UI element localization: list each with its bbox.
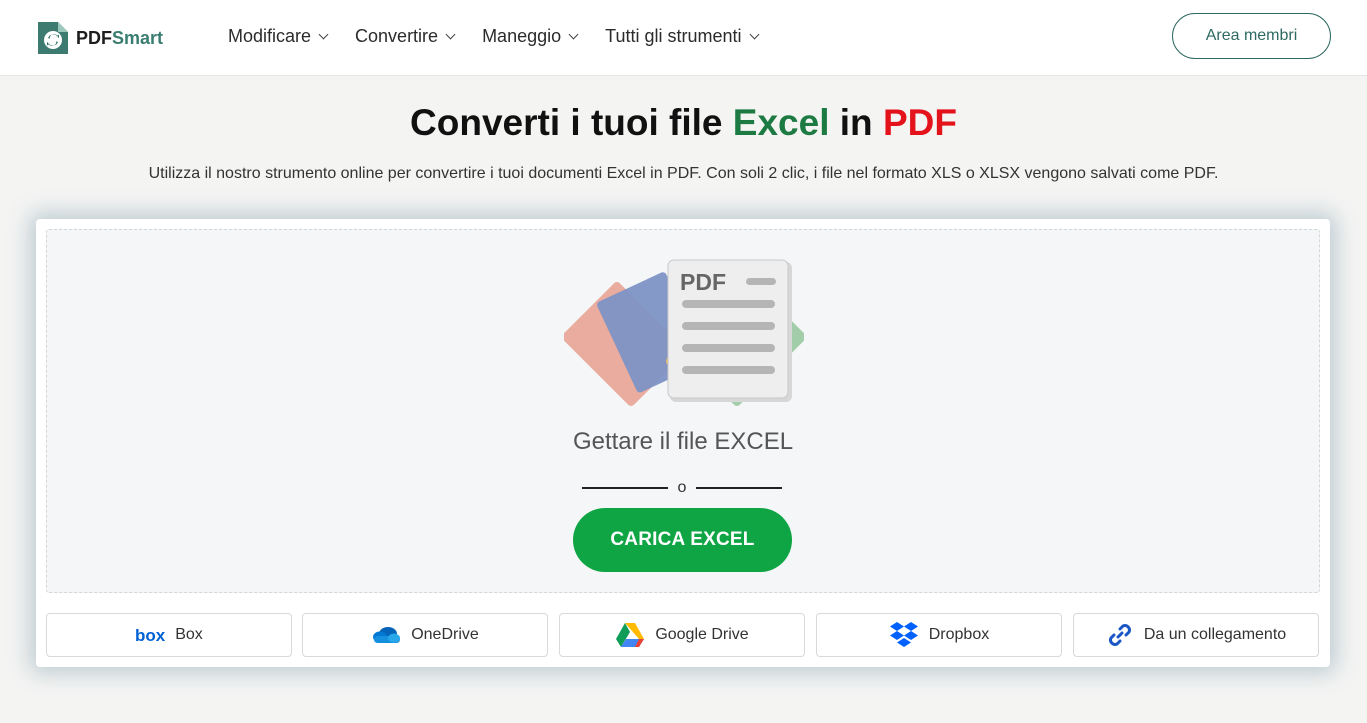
dropbox-icon xyxy=(889,622,918,647)
google-drive-icon xyxy=(616,623,645,647)
source-label: Box xyxy=(175,626,203,643)
onedrive-icon xyxy=(373,627,401,643)
drop-zone[interactable]: PDF Gettare il file EXCEL o CARICA EXCEL xyxy=(46,229,1320,593)
source-label: OneDrive xyxy=(411,626,479,643)
logo[interactable]: PDFSmart xyxy=(36,20,163,56)
divider-line xyxy=(696,487,782,489)
nav-label: Maneggio xyxy=(482,26,562,46)
chevron-down-icon xyxy=(749,29,759,40)
member-area-button[interactable]: Area membri xyxy=(1172,13,1331,59)
nav-convertire[interactable]: Convertire xyxy=(355,26,456,47)
logo-text: PDFSmart xyxy=(76,27,164,48)
or-text: o xyxy=(677,479,687,496)
nav-modificare[interactable]: Modificare xyxy=(228,26,329,47)
nav-maneggio[interactable]: Maneggio xyxy=(482,26,579,47)
source-label: Dropbox xyxy=(928,626,990,643)
divider-line xyxy=(582,487,668,489)
upload-excel-button[interactable]: CARICA EXCEL xyxy=(573,508,792,572)
source-label: Google Drive xyxy=(655,626,749,643)
source-link-button[interactable]: Da un collegamento xyxy=(1073,613,1319,657)
title-excel: Excel xyxy=(732,102,830,143)
source-label: Da un collegamento xyxy=(1143,626,1287,643)
page-subtitle: Utilizza il nostro strumento online per … xyxy=(148,165,1219,182)
source-onedrive-button[interactable]: OneDrive xyxy=(302,613,548,657)
box-icon: box xyxy=(135,627,165,643)
chevron-down-icon xyxy=(568,29,579,40)
source-box-button[interactable]: box Box xyxy=(46,613,292,657)
cloud-sources: box Box OneDrive Google Drive Dropbox Da… xyxy=(46,613,1320,657)
pdfsmart-logo-icon xyxy=(36,20,70,56)
chevron-down-icon xyxy=(445,29,456,40)
source-google-drive-button[interactable]: Google Drive xyxy=(559,613,805,657)
svg-text:box: box xyxy=(135,627,165,643)
nav-label: Modificare xyxy=(228,26,312,46)
drop-label: Gettare il file EXCEL xyxy=(572,428,794,455)
nav-tutti-gli-strumenti[interactable]: Tutti gli strumenti xyxy=(605,26,759,47)
title-pdf: PDF xyxy=(882,102,957,143)
link-icon xyxy=(1108,624,1131,646)
nav-label: Convertire xyxy=(355,26,439,46)
or-divider: o xyxy=(582,478,782,498)
title-mid: in xyxy=(829,102,883,143)
chevron-down-icon xyxy=(318,29,329,40)
pdf-documents-illustration: PDF xyxy=(562,254,806,414)
illustration-pdf-text: PDF xyxy=(680,269,726,295)
source-dropbox-button[interactable]: Dropbox xyxy=(816,613,1062,657)
page-title: Converti i tuoi file Excel in PDF xyxy=(0,102,1367,144)
top-bar: PDFSmart Modificare Convertire Maneggio … xyxy=(0,0,1367,76)
main-nav: Modificare Convertire Maneggio Tutti gli… xyxy=(228,26,786,47)
upload-card: PDF Gettare il file EXCEL o CARICA EXCEL… xyxy=(36,219,1330,667)
nav-label: Tutti gli strumenti xyxy=(605,26,742,46)
title-prefix: Converti i tuoi file xyxy=(410,102,733,143)
